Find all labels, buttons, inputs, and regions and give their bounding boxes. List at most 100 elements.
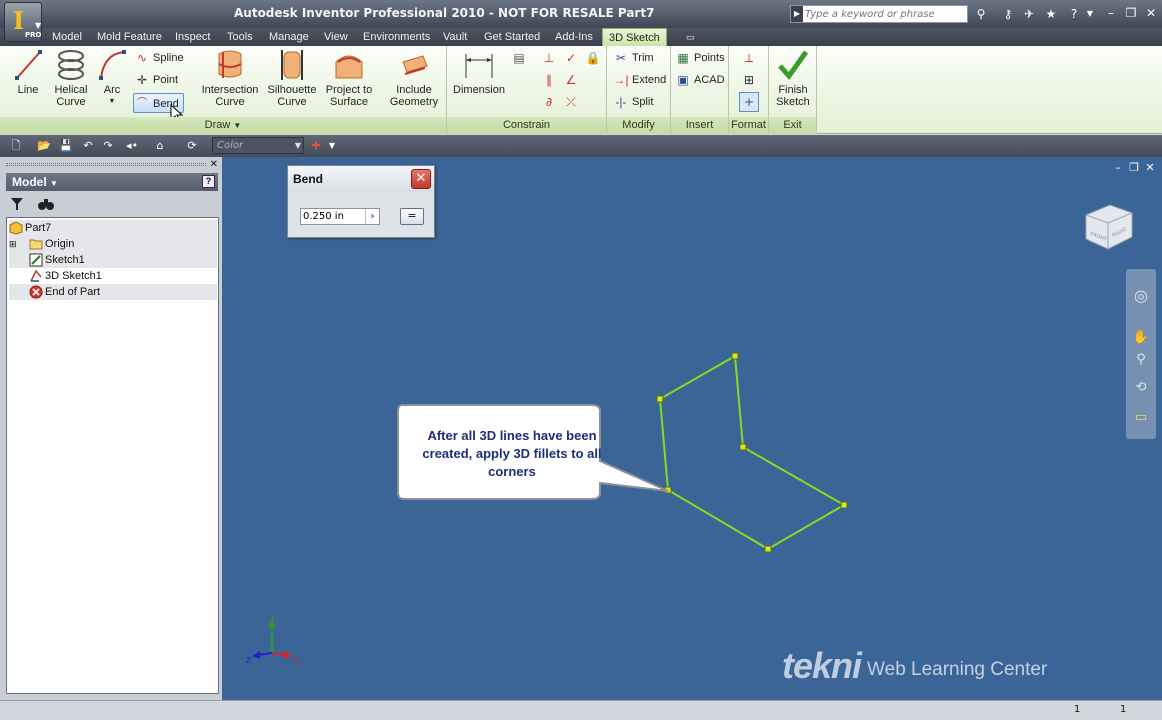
save-icon[interactable]: 💾 bbox=[58, 138, 74, 154]
sketch-point[interactable] bbox=[739, 443, 747, 451]
tree-item-part[interactable]: Part7 bbox=[9, 220, 217, 236]
arc-button[interactable]: Arc ▼ bbox=[96, 48, 128, 108]
tab-get-started[interactable]: Get Started bbox=[478, 28, 546, 46]
sketch-point[interactable] bbox=[840, 501, 848, 509]
help-icon[interactable]: ? bbox=[1066, 6, 1082, 22]
tree-item-end-of-part[interactable]: End of Part bbox=[9, 284, 217, 300]
driven-dimension-icon[interactable]: ⊞ bbox=[739, 70, 759, 90]
tab-add-ins[interactable]: Add-Ins bbox=[549, 28, 599, 46]
tangent-constraint-icon[interactable]: ✓ bbox=[561, 48, 581, 68]
include-geometry-button[interactable]: Include Geometry bbox=[388, 48, 440, 108]
return-icon[interactable]: ⌂ bbox=[152, 138, 168, 154]
expand-plus-icon[interactable]: ⊞ bbox=[9, 236, 19, 252]
communication-center-icon[interactable]: ✈ bbox=[1021, 6, 1037, 22]
help-dropdown-icon[interactable]: ▼ bbox=[1082, 6, 1098, 22]
graphics-window[interactable]: – ❐ ✕ FRONT RIGHT ◎ ✋ ⚲ ⟲ ▭ After all 3D l… bbox=[222, 157, 1162, 700]
centerline-icon[interactable]: + bbox=[739, 92, 759, 112]
acad-icon: ▣ bbox=[677, 73, 689, 88]
status-count-right: 1 bbox=[1120, 704, 1127, 715]
redo-icon[interactable]: ↷ bbox=[100, 138, 116, 154]
points-icon: ▦ bbox=[677, 51, 689, 66]
spline-button[interactable]: ∿ Spline bbox=[134, 48, 184, 68]
arc-dropdown-icon[interactable]: ▼ bbox=[96, 96, 128, 108]
tab-model[interactable]: Model bbox=[46, 28, 88, 46]
help-search-input[interactable] bbox=[805, 7, 965, 21]
trim-button[interactable]: ✂ Trim bbox=[613, 48, 654, 68]
chevron-down-icon: ▼ bbox=[35, 21, 42, 30]
design-doctor-icon[interactable]: ✚ bbox=[308, 138, 324, 154]
browser-grip[interactable] bbox=[6, 163, 206, 166]
sketch-point[interactable] bbox=[731, 352, 739, 360]
finish-sketch-button[interactable]: Finish Sketch bbox=[773, 48, 813, 108]
undo-icon[interactable]: ↶ bbox=[80, 138, 96, 154]
bend-radius-input[interactable] bbox=[303, 210, 363, 223]
new-file-icon[interactable]: 🗋 bbox=[8, 138, 24, 154]
project-to-surface-button[interactable]: Project to Surface bbox=[322, 48, 376, 108]
tab-3d-sketch[interactable]: 3D Sketch bbox=[602, 28, 667, 46]
fix-constraint-icon[interactable]: 🔒 bbox=[583, 48, 603, 68]
tab-environments[interactable]: Environments bbox=[357, 28, 436, 46]
tab-mold-feature[interactable]: Mold Feature bbox=[91, 28, 168, 46]
color-override-select[interactable]: Color ▼ bbox=[212, 137, 304, 154]
point-button[interactable]: ✛ Point bbox=[134, 70, 178, 90]
collinear-constraint-icon[interactable]: ⤫ bbox=[561, 92, 581, 112]
smooth-constraint-icon[interactable]: ∂ bbox=[539, 92, 559, 112]
select-icon[interactable]: ◂• bbox=[124, 138, 140, 154]
format-panel-title: Format bbox=[729, 117, 768, 134]
tree-item-3d-sketch1[interactable]: 3D Sketch1 bbox=[9, 268, 217, 284]
application-menu-button[interactable]: I ▼ PRO bbox=[4, 2, 42, 42]
tree-item-label: End of Part bbox=[45, 286, 101, 299]
open-file-icon[interactable]: 📂 bbox=[36, 138, 52, 154]
points-button[interactable]: ▦ Points bbox=[675, 48, 724, 68]
3d-sketch-polyline[interactable] bbox=[658, 354, 847, 551]
customize-qat-icon[interactable]: ▼ bbox=[324, 138, 340, 154]
acad-button[interactable]: ▣ ACAD bbox=[675, 70, 724, 90]
z-axis-label: Z bbox=[246, 656, 252, 665]
binoculars-icon[interactable]: ⚲ bbox=[973, 6, 989, 22]
show-constraints-icon[interactable]: ▤ bbox=[509, 48, 529, 68]
spline-icon: ∿ bbox=[136, 51, 148, 66]
split-button[interactable]: -|- Split bbox=[613, 92, 653, 112]
draw-panel: Line Helical Curve Arc ▼ ∿ Spline ✛ Point … bbox=[0, 46, 447, 134]
coincident-constraint-icon[interactable]: ∠ bbox=[561, 70, 581, 90]
search-expand-icon[interactable]: ▶ bbox=[791, 6, 803, 22]
intersection-curve-button[interactable]: Intersection Curve bbox=[198, 48, 262, 108]
dialog-close-button[interactable]: ✕ bbox=[411, 169, 431, 189]
silhouette-curve-button[interactable]: Silhouette Curve bbox=[264, 48, 320, 108]
help-search-box[interactable]: ▶ bbox=[790, 5, 968, 23]
tree-item-origin[interactable]: ⊞ Origin bbox=[9, 236, 217, 252]
browser-close-icon[interactable]: ✕ bbox=[210, 159, 218, 170]
panel-expand-icon[interactable]: ▼ bbox=[233, 121, 241, 130]
close-icon[interactable]: ✕ bbox=[1142, 5, 1160, 21]
favorites-star-icon[interactable]: ★ bbox=[1043, 6, 1059, 22]
bend-radius-field[interactable]: › bbox=[300, 208, 380, 225]
draw-panel-title[interactable]: Draw ▼ bbox=[0, 117, 446, 134]
construction-icon[interactable]: ⟂ bbox=[739, 48, 759, 68]
parallel-constraint-icon[interactable]: ∥ bbox=[539, 70, 559, 90]
tab-inspect[interactable]: Inspect bbox=[169, 28, 216, 46]
browser-header[interactable]: Model ▼ ? bbox=[6, 173, 218, 191]
tab-view[interactable]: View bbox=[318, 28, 354, 46]
line-button[interactable]: Line bbox=[8, 48, 48, 96]
browser-help-icon[interactable]: ? bbox=[202, 175, 215, 188]
perpendicular-constraint-icon[interactable]: ⊥ bbox=[539, 48, 559, 68]
tab-tools[interactable]: Tools bbox=[221, 28, 259, 46]
restore-icon[interactable]: ❐ bbox=[1122, 5, 1140, 21]
tree-item-sketch1[interactable]: Sketch1 bbox=[9, 252, 217, 268]
update-icon[interactable]: ⟳ bbox=[184, 138, 200, 154]
subscription-key-icon[interactable]: ⚷ bbox=[1000, 6, 1016, 22]
binoculars-icon[interactable] bbox=[38, 197, 54, 211]
ribbon-tabs: Model Mold Feature Inspect Tools Manage … bbox=[0, 28, 1162, 46]
tab-vault[interactable]: Vault bbox=[437, 28, 473, 46]
extend-button[interactable]: →| Extend bbox=[613, 70, 666, 90]
chevron-right-icon[interactable]: › bbox=[365, 209, 379, 224]
helical-curve-button[interactable]: Helical Curve bbox=[50, 48, 92, 108]
minimize-ribbon-icon[interactable]: ▭ bbox=[680, 28, 701, 46]
tab-manage[interactable]: Manage bbox=[263, 28, 315, 46]
filter-icon[interactable] bbox=[10, 197, 24, 211]
sketch-point[interactable] bbox=[764, 545, 772, 553]
window-title: Autodesk Inventor Professional 2010 - NO… bbox=[234, 6, 655, 20]
dimension-button[interactable]: Dimension bbox=[453, 48, 505, 96]
equal-button[interactable]: = bbox=[400, 208, 424, 225]
minimize-icon[interactable]: – bbox=[1102, 5, 1120, 21]
